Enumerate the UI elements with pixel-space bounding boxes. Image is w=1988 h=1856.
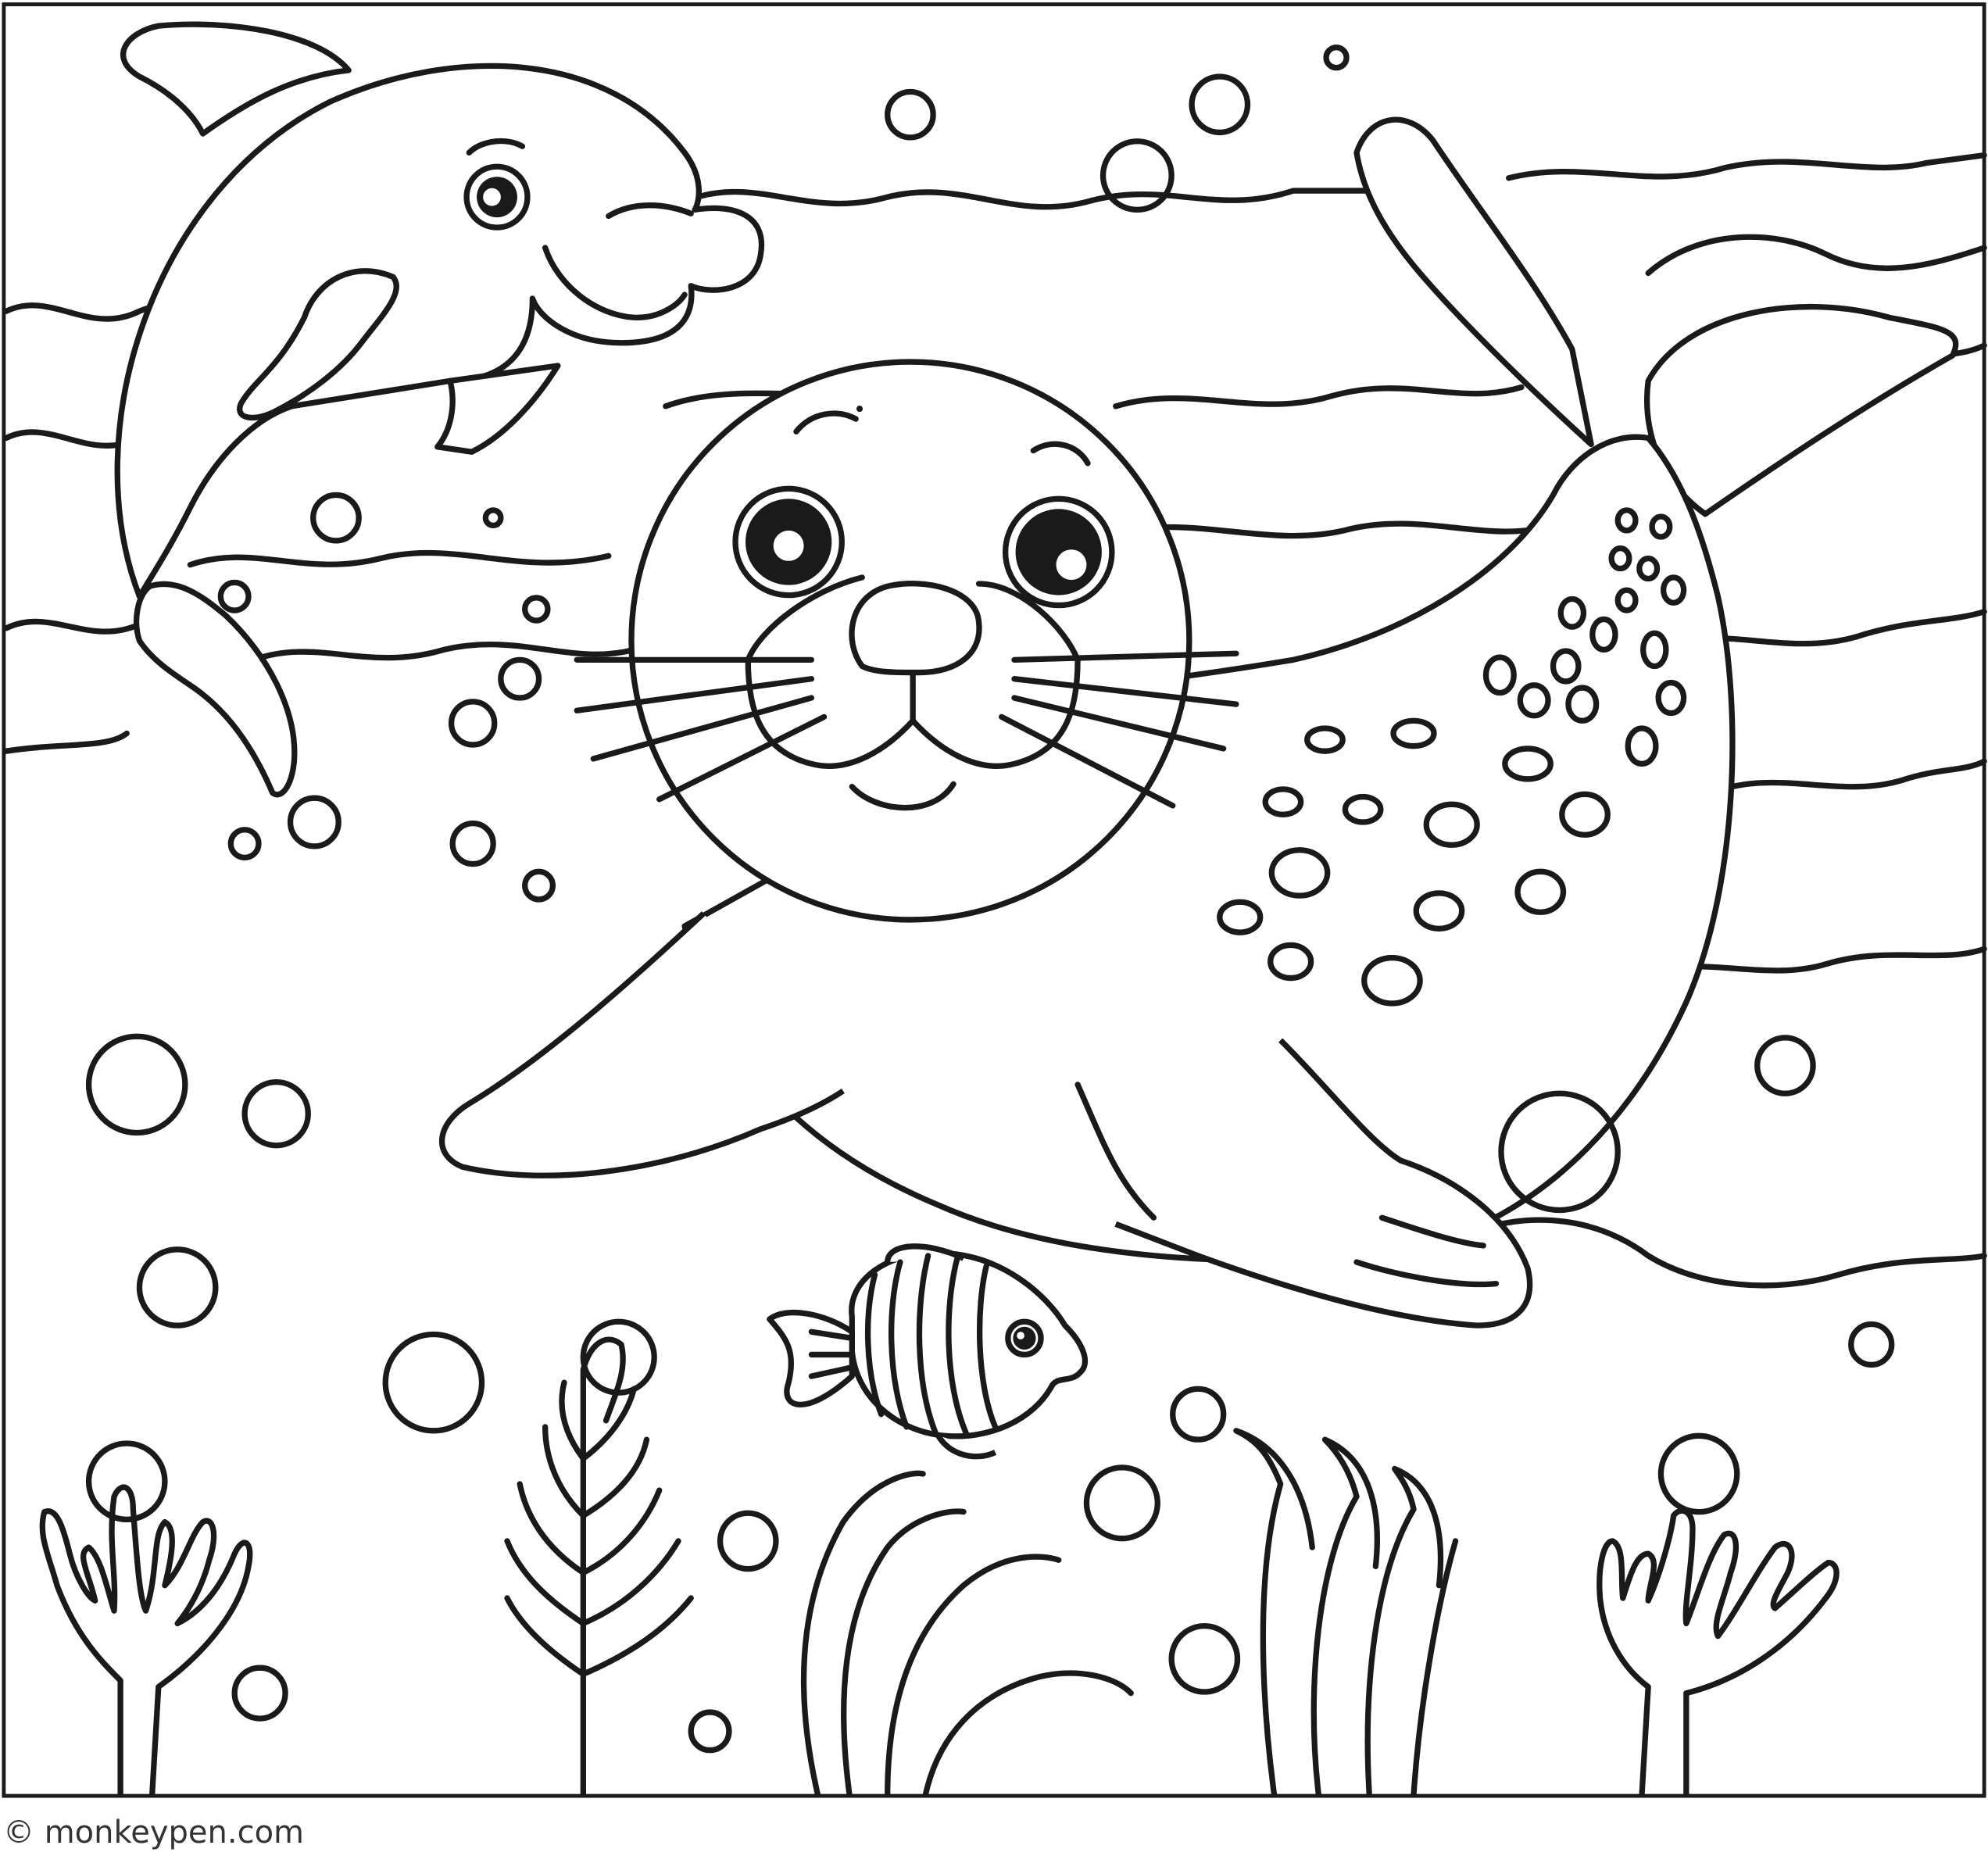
fish [767, 1243, 1089, 1460]
coloring-page-artwork [2, 2, 1987, 1798]
copyright-credit: © monkeypen.com [3, 1815, 305, 1851]
seal [439, 359, 1736, 1329]
